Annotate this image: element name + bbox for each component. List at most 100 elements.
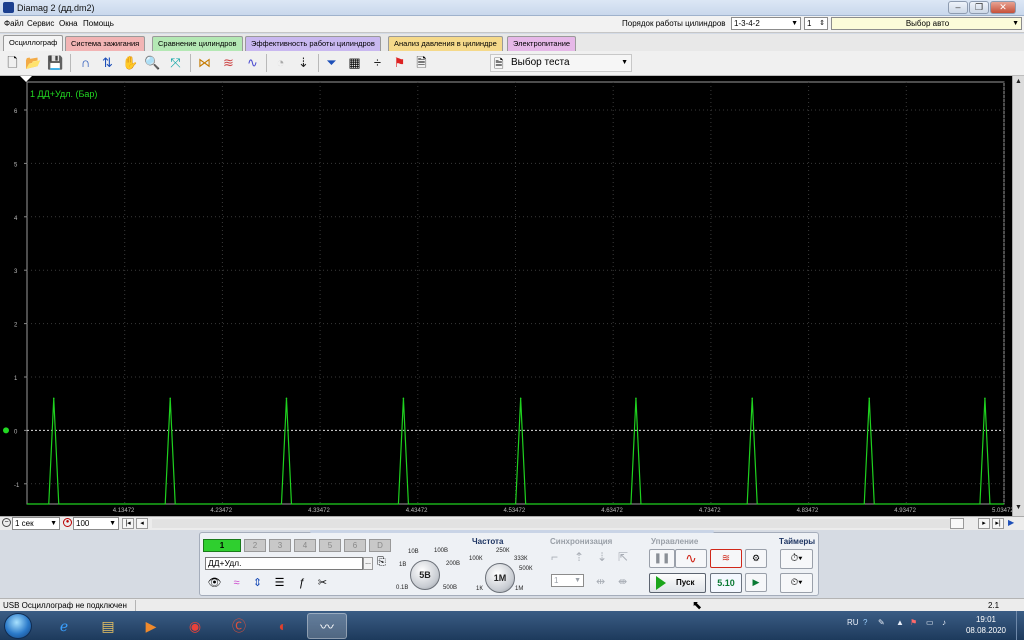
windows-start-button[interactable] (4, 613, 32, 639)
file-explorer-icon[interactable]: ▤ (88, 613, 128, 639)
marker-flag-icon[interactable]: ⚑ (390, 54, 409, 72)
channel-2-button[interactable]: 2 (244, 539, 266, 552)
tab-power-supply[interactable]: Электропитание (507, 36, 577, 51)
show-desktop-button[interactable] (1016, 611, 1024, 640)
horizontal-scroll-track[interactable] (152, 519, 962, 528)
channel-d-button[interactable]: D (369, 539, 391, 552)
tab-cylinder-efficiency[interactable]: Эффективность работы цилиндров (245, 36, 381, 51)
language-indicator[interactable]: RU (847, 618, 859, 627)
help-tray-icon[interactable]: ? (863, 618, 867, 627)
tray-expand-icon[interactable]: ▲ (896, 618, 904, 627)
horizontal-scroll-thumb[interactable] (950, 518, 964, 529)
scroll-first-button[interactable]: |◂ (122, 518, 134, 529)
menu-windows[interactable]: Окна (59, 19, 78, 28)
lines-icon[interactable]: ☰ (271, 575, 288, 591)
scroll-prev-button[interactable]: ◂ (136, 518, 148, 529)
close-button[interactable]: ✕ (990, 1, 1016, 14)
open-folder-icon[interactable]: 📂 (24, 54, 43, 72)
sensor-more-button[interactable]: ... (363, 557, 373, 570)
settings-tools-icon[interactable]: ✂ (314, 575, 331, 591)
split-icon[interactable]: ÷ (368, 54, 387, 72)
tab-cylinder-comparison[interactable]: Сравнение цилиндров (152, 36, 243, 51)
sync-cursor-icon[interactable]: ⇱ (618, 550, 628, 564)
diamag-taskbar-icon[interactable]: 〰 (307, 613, 347, 639)
tab-cylinder-pressure[interactable]: Анализ давления в цилиндре (388, 36, 503, 51)
start-button[interactable]: Пуск (649, 573, 706, 593)
cursor-measure-icon[interactable]: ⇅ (98, 54, 117, 72)
pen-tray-icon[interactable]: ✎ (878, 618, 885, 627)
sync-spread-icon[interactable]: ⇹ (596, 575, 605, 588)
overlay-wave-icon[interactable]: ∿ (243, 54, 262, 72)
sync-shift-icon[interactable]: ⇼ (618, 575, 627, 588)
auto-select[interactable]: Выбор авто ▼ (831, 17, 1022, 30)
tab-ignition-system[interactable]: Система зажигания (65, 36, 146, 51)
maximize-button[interactable]: ❐ (969, 1, 989, 14)
channel-1-button[interactable]: 1 (203, 539, 241, 552)
channel-6-button[interactable]: 6 (344, 539, 366, 552)
test-select[interactable]: 🗎 Выбор теста ▼ (490, 54, 632, 72)
channel-5-button[interactable]: 5 (319, 539, 341, 552)
taskbar-clock[interactable]: 19:01 08.08.2020 (962, 614, 1010, 636)
sync-rising-icon[interactable]: ⌐ (551, 550, 558, 564)
fit-icon[interactable]: ⤧ (166, 54, 185, 72)
time-scale-select[interactable]: 1 сек ▼ (12, 517, 60, 530)
version-button[interactable]: 5.10 (710, 573, 742, 593)
function-icon[interactable]: ƒ (293, 575, 310, 591)
hand-pan-icon[interactable]: ✋ (121, 54, 140, 72)
oscilloscope-plot[interactable]: 6 5 4 3 2 1 0 -1 4.13472 4.23472 4.33472 4.43472 4.… (0, 76, 1024, 516)
vertical-shift-icon[interactable]: ⇕ (249, 575, 266, 591)
signal-wave-icon[interactable]: ≈ (228, 575, 245, 591)
flag-tray-icon[interactable]: ⚑ (910, 618, 917, 627)
cylinder-number-spinner[interactable]: 1 ⇕ (804, 17, 828, 30)
camera-app-icon[interactable]: ◐ (263, 613, 303, 639)
arc-measure-icon[interactable]: ∩ (76, 54, 95, 72)
menu-help[interactable]: Помощь (83, 19, 114, 28)
sync-channel-select[interactable]: 1 ▼ (551, 574, 584, 587)
multi-wave-icon[interactable]: ≋ (219, 54, 238, 72)
table-icon[interactable]: ▦ (345, 54, 364, 72)
menu-service[interactable]: Сервис (27, 19, 54, 28)
crossed-traces-icon[interactable]: ⋈ (195, 54, 214, 72)
ccleaner-icon[interactable]: Ⓒ (219, 613, 259, 639)
document-icon[interactable]: 🗎 (412, 54, 431, 72)
network-tray-icon[interactable]: ▭ (926, 618, 934, 627)
zero-marker-icon[interactable]: ⇣ (294, 54, 313, 72)
timer-1-button[interactable]: ⏱▾ (780, 549, 813, 569)
auto-play-button[interactable]: ▶ (745, 573, 767, 592)
internet-explorer-icon[interactable]: ℯ (44, 613, 84, 639)
plot-canvas[interactable]: 6543210-1 4.13472 4.23472 4.33472 4.43472 4.… (0, 76, 1012, 516)
zoom-icon[interactable]: 🔍 (143, 54, 162, 72)
tab-oscilloscope[interactable]: Осциллограф (3, 35, 64, 52)
menu-file[interactable]: Файл (4, 19, 24, 28)
vertical-scrollbar[interactable]: ▲ ▼ (1012, 76, 1024, 516)
zoom-select[interactable]: 100 ▼ (73, 517, 119, 530)
sine-wave-button[interactable]: ∿ (675, 549, 707, 568)
pause-button[interactable]: ❚❚ (649, 549, 675, 568)
voltage-knob[interactable]: 5В (410, 560, 440, 590)
frequency-knob[interactable]: 1М (485, 563, 515, 593)
sensor-connector-icon[interactable]: ⎘ (377, 556, 386, 569)
scroll-next-button[interactable]: ▸ (978, 518, 990, 529)
dial-icon[interactable]: ◔ (271, 54, 290, 72)
filter-icon[interactable]: ⏷ (322, 54, 341, 72)
new-file-icon[interactable]: 🗋 (3, 54, 22, 72)
cylinder-order-select[interactable]: 1-3-4-2 ▼ (731, 17, 801, 30)
play-marker-icon[interactable]: ▶ (1008, 518, 1014, 527)
scroll-down-icon[interactable]: ▼ (1015, 504, 1022, 511)
channel-4-button[interactable]: 4 (294, 539, 316, 552)
minimize-button[interactable]: – (948, 1, 968, 14)
sync-down-icon[interactable]: ⇣ (597, 550, 607, 564)
panel-splitter[interactable] (310, 530, 714, 533)
scroll-up-icon[interactable]: ▲ (1015, 78, 1022, 85)
noise-wave-button[interactable]: ≋ (710, 549, 742, 568)
volume-tray-icon[interactable]: ♪ (942, 618, 946, 627)
eye-icon[interactable]: 👁 (206, 575, 223, 591)
channel-3-button[interactable]: 3 (269, 539, 291, 552)
scroll-last-button[interactable]: ▸| (992, 518, 1004, 529)
chrome-icon[interactable]: ◉ (175, 613, 215, 639)
media-player-icon[interactable]: ▶ (131, 613, 171, 639)
save-icon[interactable]: 💾 (46, 54, 65, 72)
timer-2-button[interactable]: ⏲▾ (780, 573, 813, 593)
sync-level-icon[interactable]: ⇡ (574, 550, 584, 564)
sensor-field[interactable]: ДД+Удл. (205, 557, 363, 570)
